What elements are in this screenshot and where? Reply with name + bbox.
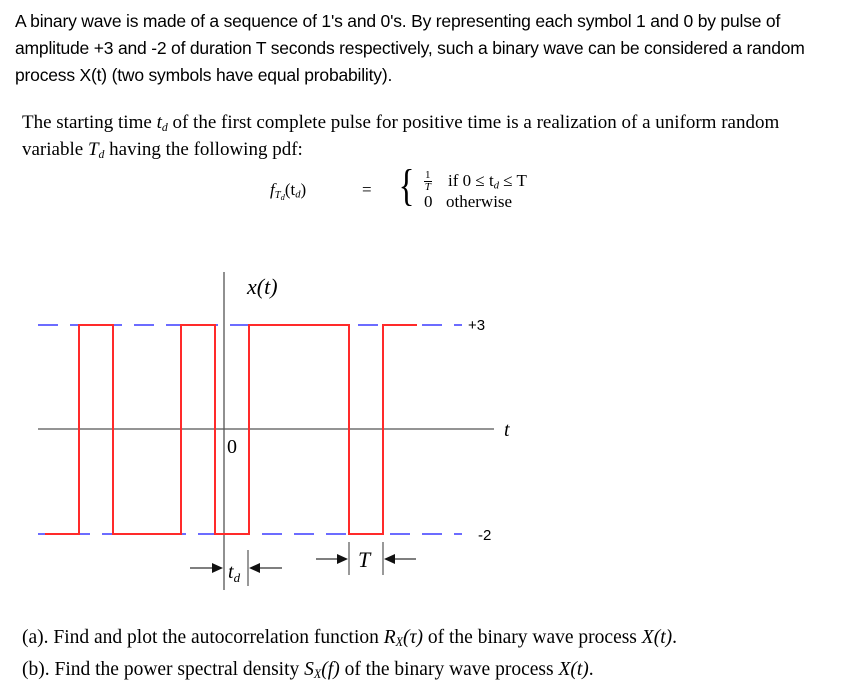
equals-sign: = <box>362 180 372 199</box>
question-a: (a). Find and plot the autocorrelation f… <box>22 627 677 650</box>
y-axis-label: x(t) <box>246 274 278 299</box>
equation-lhs: fTd(td) <box>270 180 307 202</box>
case1-condition: if 0 ≤ td ≤ T <box>448 171 527 192</box>
intro-paragraph: A binary wave is made of a sequence of 1… <box>15 11 805 85</box>
Td-symbol: Td <box>87 138 105 161</box>
high-level-label: +3 <box>468 317 485 334</box>
text: The starting time <box>22 112 157 133</box>
T-label: T <box>358 547 372 572</box>
text: having the following pdf: <box>104 138 303 160</box>
binary-wave-figure: x(t) t 0 +3 -2 td T <box>38 272 510 590</box>
td-symbol: td <box>156 112 168 134</box>
td-left-arrowhead <box>212 563 223 573</box>
x-axis-label: t <box>504 419 510 441</box>
case2-condition: otherwise <box>446 192 513 211</box>
td-label: td <box>228 561 241 585</box>
td-right-arrowhead <box>249 563 260 573</box>
question-b: (b). Find the power spectral density SX(… <box>22 659 594 682</box>
low-level-label: -2 <box>478 527 491 544</box>
questions: (a). Find and plot the autocorrelation f… <box>22 624 832 688</box>
T-left-arrowhead <box>337 554 348 564</box>
origin-label: 0 <box>227 436 237 458</box>
T-right-arrowhead <box>384 554 395 564</box>
pdf-description-paragraph: The starting time td of the first comple… <box>22 112 822 166</box>
case2-value: 0 <box>424 192 433 211</box>
fraction-one-over-T: 1T <box>424 169 432 193</box>
left-brace: { <box>398 161 415 210</box>
